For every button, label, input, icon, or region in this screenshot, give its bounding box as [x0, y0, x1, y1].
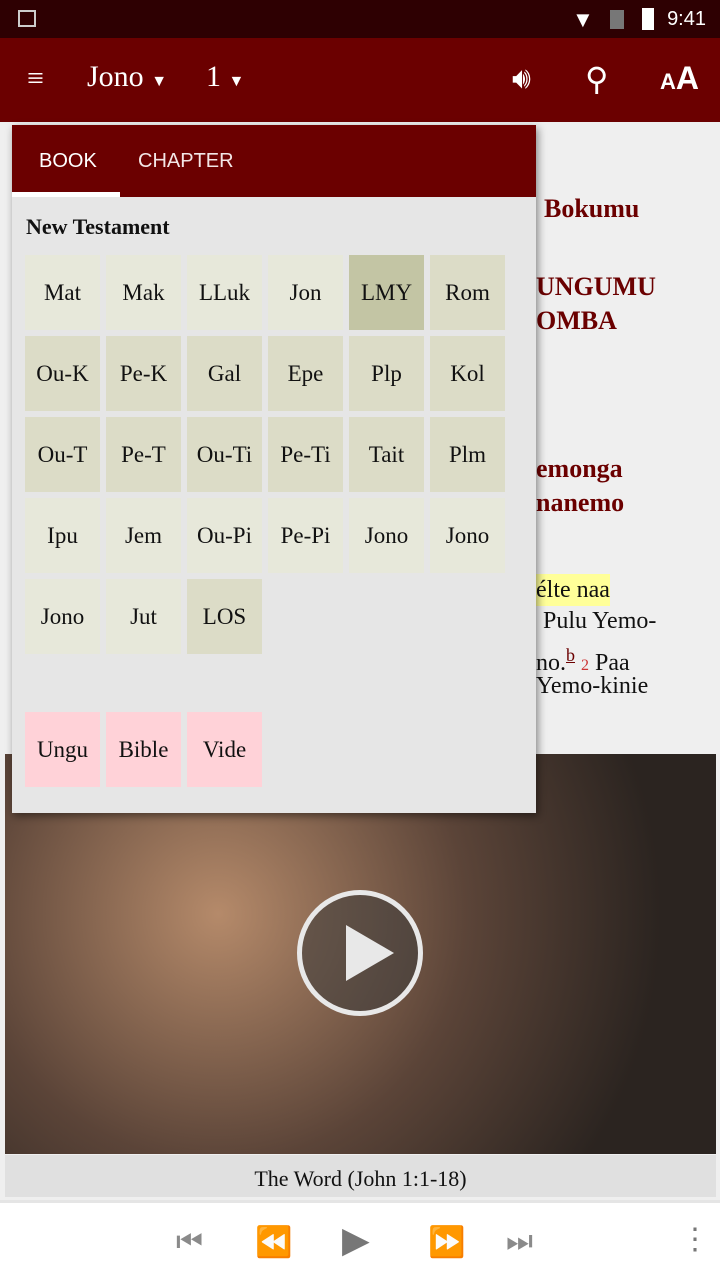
book-button[interactable]: Gal	[187, 336, 262, 411]
chevron-down-icon: ▼	[228, 73, 245, 90]
book-selector[interactable]: Jono ▼	[87, 60, 167, 94]
extra-grid: Ungu Bible Vide	[25, 712, 262, 787]
heading: OMBA	[536, 306, 617, 335]
heading: Bokumu	[544, 194, 640, 223]
book-button[interactable]: Ou-Pi	[187, 498, 262, 573]
heading: UNGUMU	[536, 272, 656, 301]
tab-bar: BOOK CHAPTER	[12, 125, 536, 197]
audio-player: ⏮ ⏪ ▶ ⏩ ⏭ ⋮	[0, 1200, 720, 1280]
menu-icon[interactable]: ≡	[27, 64, 44, 94]
book-button[interactable]: Pe-Pi	[268, 498, 343, 573]
book-button[interactable]: Vide	[187, 712, 262, 787]
book-button[interactable]: Mak	[106, 255, 181, 330]
video-caption: The Word (John 1:1-18)	[5, 1155, 716, 1197]
heading: emonga	[536, 454, 623, 483]
tab-chapter[interactable]: CHAPTER	[138, 150, 234, 173]
rewind-icon[interactable]: ⏪	[255, 1225, 292, 1260]
book-button[interactable]: Pe-Ti	[268, 417, 343, 492]
book-button[interactable]: Ipu	[25, 498, 100, 573]
book-button[interactable]: Pe-K	[106, 336, 181, 411]
book-button[interactable]: Jem	[106, 498, 181, 573]
book-button[interactable]: Jono	[430, 498, 505, 573]
book-button[interactable]: Jon	[268, 255, 343, 330]
image-icon	[18, 10, 36, 27]
tab-book[interactable]: BOOK	[39, 150, 97, 173]
no-sim-icon	[610, 10, 624, 29]
chapter-number: 1	[206, 60, 221, 93]
wifi-icon: ▼	[572, 7, 594, 32]
section-title: New Testament	[26, 214, 170, 239]
heading: nanemo	[536, 488, 625, 517]
tab-indicator	[12, 192, 120, 197]
chevron-down-icon: ▼	[151, 73, 168, 90]
book-chooser-popup: BOOK CHAPTER New Testament Mat Mak LLuk Jon…	[12, 125, 536, 813]
verse-text: Yemo-kinie	[536, 673, 649, 699]
book-button[interactable]: LOS	[187, 579, 262, 654]
book-button[interactable]: Pe-T	[106, 417, 181, 492]
book-button[interactable]: Rom	[430, 255, 505, 330]
more-icon[interactable]: ⋮	[680, 1225, 710, 1255]
book-button[interactable]: Ou-T	[25, 417, 100, 492]
book-button[interactable]: Ou-Ti	[187, 417, 262, 492]
skip-previous-icon[interactable]: ⏮	[176, 1225, 203, 1259]
video-thumbnail[interactable]	[5, 754, 716, 1154]
app-bar: ≡ Jono ▼ 1 ▼ 🔊︎ ⚲ AA	[0, 38, 720, 122]
fast-forward-icon[interactable]: ⏩	[428, 1225, 465, 1260]
search-icon[interactable]: ⚲	[585, 60, 608, 98]
book-button[interactable]: Ou-K	[25, 336, 100, 411]
book-button[interactable]: LLuk	[187, 255, 262, 330]
speaker-icon[interactable]: 🔊︎	[512, 62, 531, 96]
status-bar: ▼ 9:41	[0, 0, 720, 38]
book-button[interactable]: Epe	[268, 336, 343, 411]
book-button[interactable]: Mat	[25, 255, 100, 330]
highlighted-text[interactable]: élte naa	[536, 574, 610, 606]
chapter-selector[interactable]: 1 ▼	[206, 60, 244, 94]
skip-next-icon[interactable]: ⏭	[506, 1225, 533, 1259]
book-button[interactable]: Tait	[349, 417, 424, 492]
book-button[interactable]: Jono	[25, 579, 100, 654]
play-video-icon[interactable]	[297, 890, 423, 1016]
verse-text: Pulu Yemo-	[543, 608, 657, 634]
battery-icon	[642, 8, 654, 30]
book-button[interactable]: Jut	[106, 579, 181, 654]
book-grid: Mat Mak LLuk Jon LMY Rom Ou-K Pe-K Gal Epe Plp Kol O…	[25, 255, 505, 654]
book-button[interactable]: Ungu	[25, 712, 100, 787]
clock: 9:41	[667, 8, 706, 30]
book-name: Jono	[87, 60, 144, 93]
book-button[interactable]: Kol	[430, 336, 505, 411]
play-icon[interactable]: ▶	[342, 1219, 370, 1261]
book-button[interactable]: LMY	[349, 255, 424, 330]
text-size-icon[interactable]: AA	[660, 60, 699, 97]
footnote-link[interactable]: b	[566, 645, 575, 665]
book-button[interactable]: Plp	[349, 336, 424, 411]
book-button[interactable]: Bible	[106, 712, 181, 787]
book-button[interactable]: Jono	[349, 498, 424, 573]
book-button[interactable]: Plm	[430, 417, 505, 492]
